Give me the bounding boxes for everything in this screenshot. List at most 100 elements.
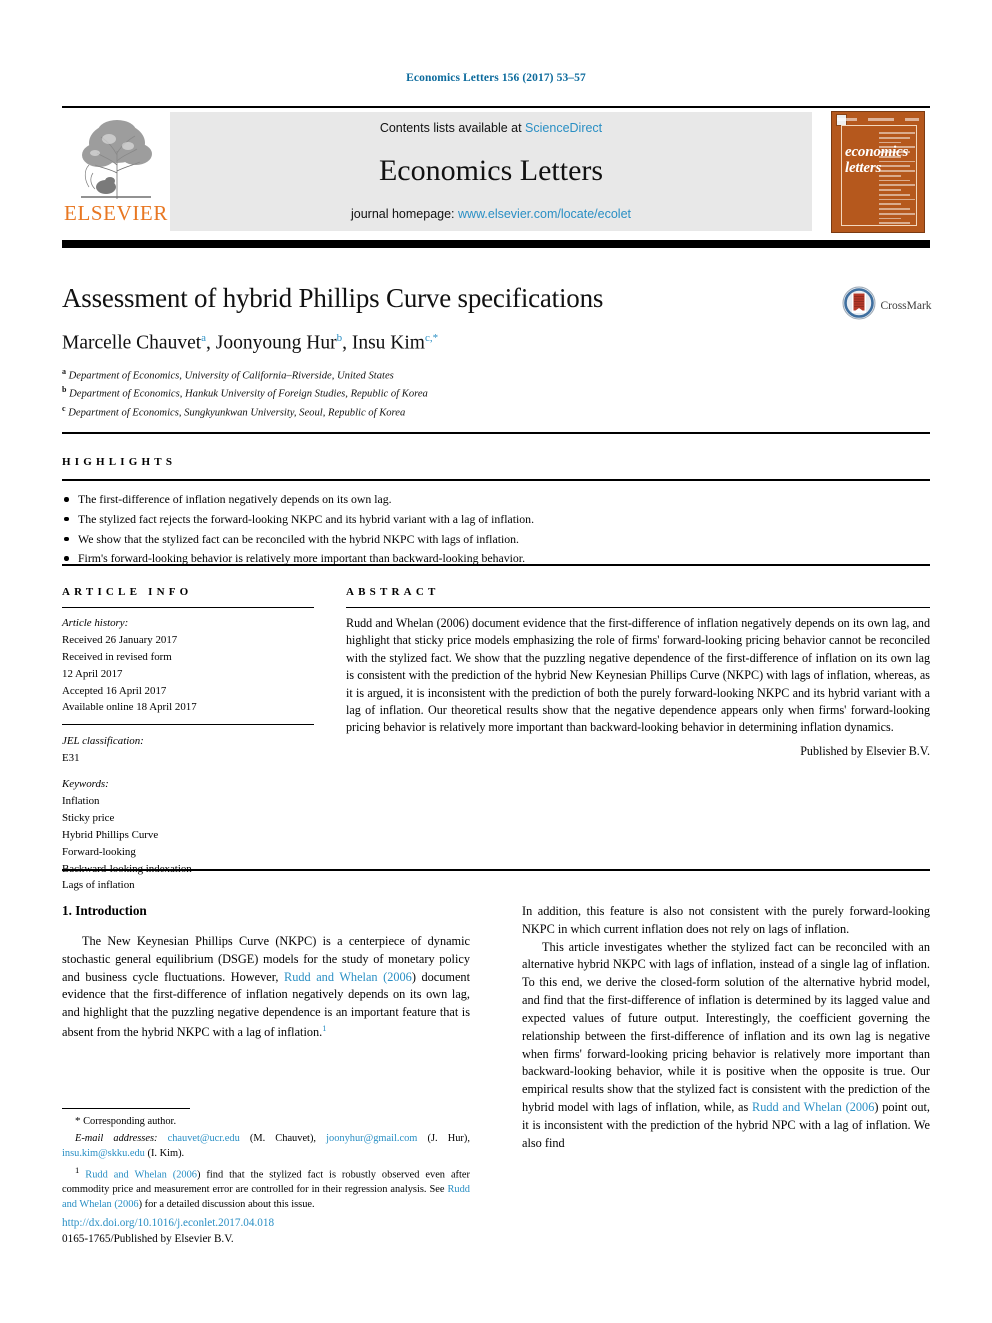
cover-top-labels <box>837 115 919 123</box>
corresponding-author-text: Corresponding author. <box>83 1116 177 1127</box>
citation-link[interactable]: Rudd and Whelan <box>85 1169 167 1180</box>
affiliation-text: Department of Economics, Hankuk Universi… <box>69 388 428 400</box>
elsevier-tree-icon <box>73 113 159 205</box>
citation-link[interactable]: Rudd and Whelan <box>284 970 378 984</box>
paragraph: This article investigates whether the st… <box>522 939 930 1153</box>
section-heading-introduction: 1. Introduction <box>62 903 147 918</box>
journal-homepage-link[interactable]: www.elsevier.com/locate/ecolet <box>458 207 631 221</box>
abstract-heading: ABSTRACT <box>346 586 440 598</box>
article-info-heading: ARTICLE INFO <box>62 586 193 598</box>
page-title: Assessment of hybrid Phillips Curve spec… <box>62 283 604 313</box>
rule-between-history-and-jel <box>62 724 314 726</box>
citation-year[interactable]: (2006 <box>173 1169 197 1180</box>
email-addresses-label: E-mail addresses: <box>75 1132 158 1144</box>
highlights-list: The first-difference of inflation negati… <box>62 490 930 569</box>
history-item: 12 April 2017 <box>62 667 123 680</box>
keyword-item: Hybrid Phillips Curve <box>62 828 159 841</box>
affiliation-marker: a <box>62 366 66 376</box>
abstract-column: ABSTRACT Rudd and Whelan (2006) document… <box>336 586 930 894</box>
doi-link[interactable]: http://dx.doi.org/10.1016/j.econlet.2017… <box>62 1216 470 1232</box>
email-owner: (I. Kim). <box>147 1147 185 1159</box>
affiliation-marker: b <box>62 385 67 395</box>
rule-under-highlights-heading <box>62 479 930 481</box>
paragraph-part: This article investigates whether the st… <box>522 939 930 1115</box>
jel-label: JEL classification: <box>62 735 144 748</box>
affiliation-item: a Department of Economics, University of… <box>62 366 822 385</box>
contents-prefix: Contents lists available at <box>379 121 526 135</box>
journal-homepage-line: journal homepage: www.elsevier.com/locat… <box>351 207 631 221</box>
footnote-email-line: E-mail addresses: chauvet@ucr.edu (M. Ch… <box>62 1132 470 1162</box>
paper-page: Economics Letters 156 (2017) 53–57 ELSEV… <box>0 0 992 1323</box>
journal-masthead: ELSEVIER Contents lists available at Sci… <box>62 106 930 233</box>
affiliation-item: b Department of Economics, Hankuk Univer… <box>62 384 822 403</box>
email-link[interactable]: insu.kim@skku.edu <box>62 1148 145 1159</box>
author-marker[interactable]: c,* <box>425 332 438 344</box>
citation-link[interactable]: Rudd and Whelan <box>752 1100 842 1114</box>
list-item: The stylized fact rejects the forward-lo… <box>62 510 930 530</box>
list-item: The first-difference of inflation negati… <box>62 490 930 510</box>
sciencedirect-link[interactable]: ScienceDirect <box>525 121 602 135</box>
email-link[interactable]: joonyhur@gmail.com <box>326 1133 417 1144</box>
footnote-marker[interactable]: 1 <box>322 1023 326 1033</box>
footnote-item: * Corresponding author. <box>62 1114 470 1130</box>
footnote-separator-rule <box>62 1108 190 1109</box>
article-history: Article history: Received 26 January 201… <box>62 615 336 716</box>
email-owner: (J. Hur), <box>427 1132 470 1144</box>
journal-cover: economics letters <box>826 108 930 233</box>
abstract-publisher-statement: Published by Elsevier B.V. <box>800 743 930 758</box>
homepage-prefix: journal homepage: <box>350 207 459 221</box>
footnote-corresponding-author: * Corresponding author. E-mail addresses… <box>62 1114 470 1213</box>
contents-available-line: Contents lists available at ScienceDirec… <box>380 121 602 135</box>
citation-year[interactable]: (2006 <box>114 1199 138 1210</box>
rule-above-highlights <box>62 432 930 434</box>
crossmark-label: CrossMark <box>880 299 932 312</box>
author-name: Marcelle Chauvet <box>62 332 202 354</box>
issn-line: 0165-1765/Published by Elsevier B.V. <box>62 1232 234 1245</box>
body-column-right: In addition, this feature is also not co… <box>522 903 930 1153</box>
jel-codes: E31 <box>62 752 80 765</box>
keyword-item: Forward-looking <box>62 845 136 858</box>
jel-classification: JEL classification: E31 <box>62 733 336 767</box>
affiliation-marker: c <box>62 403 66 413</box>
email-link[interactable]: chauvet@ucr.edu <box>168 1133 240 1144</box>
affiliation-text: Department of Economics, University of C… <box>68 370 394 382</box>
elsevier-wordmark: ELSEVIER <box>64 201 168 225</box>
abstract-text: Rudd and Whelan (2006) document evidence… <box>346 616 930 735</box>
highlights-section: HIGHLIGHTS The first-difference of infla… <box>62 456 930 569</box>
rule-above-body <box>62 869 930 871</box>
crossmark-badge[interactable]: CrossMark <box>841 286 933 325</box>
author-list: Marcelle Chauveta, Joonyoung Hurb, Insu … <box>62 332 439 354</box>
rule-under-abstract-heading <box>346 607 930 608</box>
author-marker[interactable]: b <box>337 332 343 344</box>
email-owner: (M. Chauvet), <box>249 1132 316 1144</box>
author-marker[interactable]: a <box>201 332 206 344</box>
highlights-heading: HIGHLIGHTS <box>62 456 177 468</box>
crossmark-icon <box>842 286 876 325</box>
cover-contents-lines <box>879 130 915 224</box>
keyword-item: Sticky price <box>62 811 115 824</box>
citation-year[interactable]: (2006 <box>383 970 412 984</box>
article-history-label: Article history: <box>62 617 129 629</box>
history-item: Accepted 16 April 2017 <box>62 684 167 697</box>
footnote-item: 1 Rudd and Whelan (2006) find that the s… <box>62 1164 470 1213</box>
title-block: Assessment of hybrid Phillips Curve spec… <box>62 283 822 421</box>
citation-year[interactable]: (2006 <box>846 1100 875 1114</box>
history-item: Received 26 January 2017 <box>62 633 178 646</box>
history-item: Received in revised form <box>62 650 172 663</box>
journal-title: Economics Letters <box>378 154 604 187</box>
affiliation-item: c Department of Economics, Sungkyunkwan … <box>62 403 822 422</box>
list-item: We show that the stylized fact can be re… <box>62 530 930 550</box>
author-name: Joonyoung Hur <box>215 332 337 354</box>
keyword-item: Inflation <box>62 795 100 808</box>
elsevier-logo: ELSEVIER <box>62 108 170 232</box>
keywords-block: Keywords: Inflation Sticky price Hybrid … <box>62 776 336 894</box>
paragraph-part: ) for a detailed discussion about this i… <box>138 1199 315 1211</box>
paragraph: In addition, this feature is also not co… <box>522 904 930 936</box>
journal-cover-image: economics letters <box>831 111 925 233</box>
masthead-center-panel: Contents lists available at ScienceDirec… <box>170 112 812 231</box>
corresponding-author-marker: * <box>75 1115 81 1127</box>
doi-footer: http://dx.doi.org/10.1016/j.econlet.2017… <box>62 1216 470 1248</box>
affiliation-list: a Department of Economics, University of… <box>62 366 822 422</box>
rule-under-article-info-heading <box>62 607 314 608</box>
masthead-bottom-bar <box>62 240 930 248</box>
